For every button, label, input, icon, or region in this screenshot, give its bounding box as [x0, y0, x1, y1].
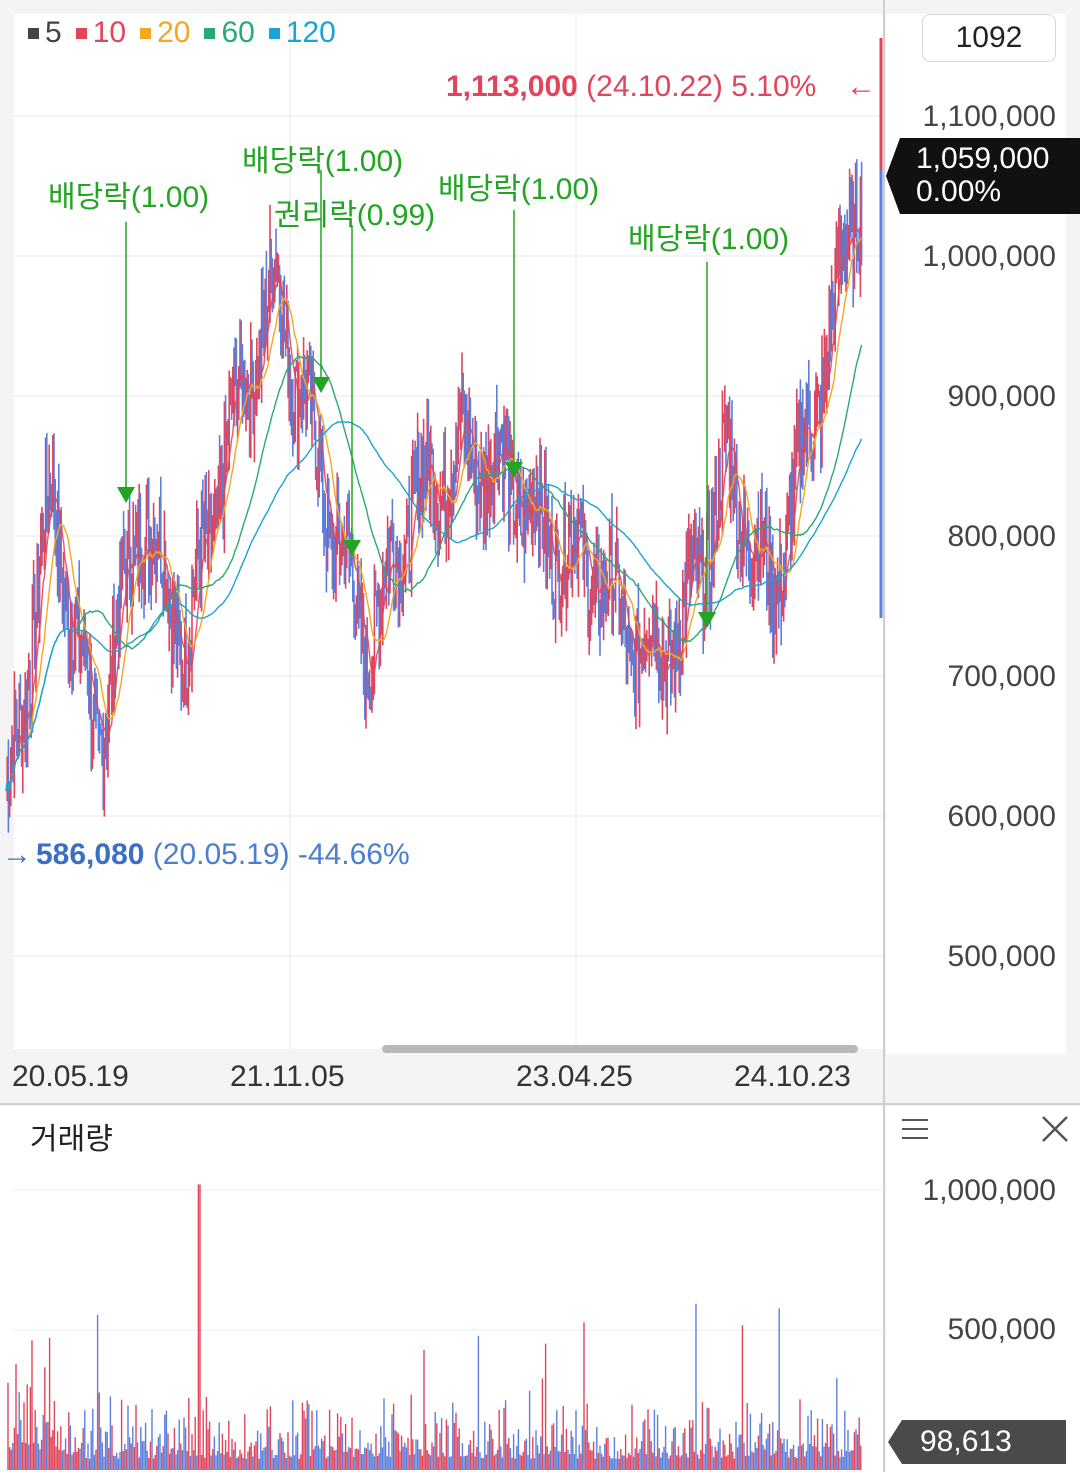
current-price-tag: 1,059,000 0.00%	[886, 138, 1080, 214]
y-tick-label: 500,000	[947, 940, 1056, 973]
legend-swatch	[140, 27, 152, 39]
dividend-annotation: 배당락(1.00)	[242, 145, 404, 178]
legend-swatch	[204, 27, 216, 39]
high-pct: 5.10%	[731, 70, 817, 103]
x-tick-label: 24.10.23	[734, 1060, 851, 1093]
y-tick-label: 800,000	[947, 520, 1056, 553]
period-low-note: 586,080 (20.05.19) -44.66%	[36, 838, 410, 872]
scrollbar-thumb	[382, 1045, 858, 1053]
high-date: (24.10.22)	[586, 70, 723, 103]
ma60-line	[5, 344, 863, 792]
legend-label: 20	[157, 16, 191, 49]
legend-swatch	[28, 27, 39, 39]
chart-svg	[0, 0, 1080, 1472]
legend-swatch	[268, 27, 280, 39]
low-pct: -44.66%	[297, 838, 410, 871]
legend-swatch	[75, 27, 87, 39]
close-icon[interactable]	[1040, 1114, 1070, 1144]
y-tick-label: 1,100,000	[922, 100, 1056, 133]
menu-icon[interactable]	[900, 1116, 930, 1142]
volume-y-tick: 1,000,000	[922, 1174, 1056, 1207]
ma-legend: 5 10 20 60 120	[28, 16, 336, 50]
y-tick-label: 900,000	[947, 380, 1056, 413]
legend-ma20[interactable]: 20	[140, 16, 190, 50]
x-tick-label: 20.05.19	[12, 1060, 129, 1093]
legend-label: 5	[45, 16, 62, 49]
high-arrow-icon: ←	[846, 70, 876, 103]
dividend-annotation: 배당락(1.00)	[438, 173, 600, 206]
volume-y-tick: 500,000	[947, 1313, 1056, 1346]
low-date: (20.05.19)	[152, 838, 290, 871]
legend-ma120[interactable]: 120	[268, 16, 336, 50]
y-tick-label: 600,000	[947, 800, 1056, 833]
legend-ma5[interactable]: 5	[28, 16, 62, 50]
annotation-marker	[698, 612, 716, 628]
high-price: 1,113,000	[446, 70, 578, 103]
annotation-marker	[117, 487, 135, 503]
dividend-annotation: 배당락(1.00)	[628, 223, 790, 256]
volume-panel-title: 거래량	[30, 1123, 113, 1156]
y-tick-label: 700,000	[947, 660, 1056, 693]
rights-annotation: 권리락(0.99)	[274, 199, 436, 232]
current-price: 1,059,000	[916, 142, 1050, 175]
candle-count-box[interactable]: 1092	[922, 14, 1056, 62]
dividend-annotation: 배당락(1.00)	[48, 181, 210, 214]
x-tick-label: 21.11.05	[230, 1060, 345, 1093]
current-change: 0.00%	[916, 175, 1002, 208]
legend-ma10[interactable]: 10	[75, 16, 127, 50]
legend-label: 60	[221, 16, 255, 49]
low-arrow-icon: →	[2, 838, 32, 871]
legend-ma60[interactable]: 60	[204, 16, 255, 50]
current-volume-tag: 98,613	[888, 1420, 1066, 1464]
x-tick-label: 23.04.25	[516, 1060, 633, 1093]
y-tick-label: 1,000,000	[922, 240, 1056, 273]
legend-label: 120	[285, 16, 336, 49]
period-high-note: 1,113,000 (24.10.22) 5.10%	[446, 70, 816, 104]
low-price: 586,080	[36, 838, 145, 871]
legend-label: 10	[92, 16, 127, 49]
